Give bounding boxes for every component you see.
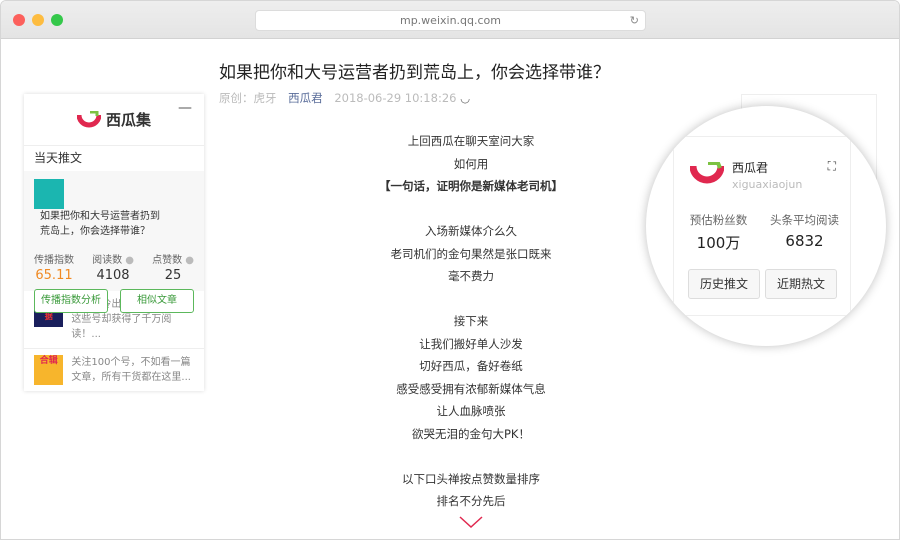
- body-line: 上回西瓜在聊天室问大家: [407, 134, 535, 148]
- title-bar: mp.weixin.qq.com ↻: [1, 1, 899, 39]
- account-avatar: [690, 162, 724, 184]
- body-line: 老司机们的金句果然是张口既来: [390, 246, 552, 261]
- section-title: 当天推文: [34, 151, 83, 165]
- account-id: xiguaxiaojun: [732, 178, 803, 191]
- body-line: 【一句话，证明你是新媒体老司机】: [379, 179, 563, 193]
- body-line: 毫不费力: [448, 269, 494, 283]
- chevron-down-icon[interactable]: [458, 515, 484, 529]
- scan-icon[interactable]: ⛶: [828, 159, 836, 174]
- account-card: 西瓜君 xiguaxiaojun ⛶ 预估粉丝数 100万 头条平均阅读 6832 …: [673, 136, 851, 316]
- body-line: 切好西瓜，备好卷纸: [419, 359, 523, 373]
- article-meta: 原创：虎牙 西瓜君 2018-06-29 10:18:26 ◡: [219, 90, 470, 106]
- item-title: 关注100个号，不如看一篇文章，所有干货都在这里...: [71, 357, 191, 383]
- body-line: 感受感受拥有浓郁新媒体气息: [396, 381, 546, 396]
- browser-window: mp.weixin.qq.com ↻ 如果把你和大号运营者扔到荒岛上，你会选择带谁…: [0, 0, 900, 540]
- stat-likes: 点赞数 ● 25: [152, 255, 194, 283]
- article-thumbnail: [34, 179, 64, 209]
- body-line: 让人血脉喷张: [436, 404, 506, 418]
- article-title: 如果把你和大号运营者扔到荒岛上，你会选择带谁？: [219, 63, 610, 83]
- stat-avg-reads: 头条平均阅读 6832: [770, 213, 839, 250]
- item-thumbnail: 合辑: [34, 355, 64, 385]
- original-label: 原创：虎牙: [219, 91, 277, 105]
- current-article-title[interactable]: 如果把你和大号运营者扔到荒岛上，你会选择带谁？: [40, 209, 165, 239]
- url-text: mp.weixin.qq.com: [399, 14, 501, 27]
- stat-followers: 预估粉丝数 100万: [689, 213, 748, 252]
- body-line: 排名不分先后: [436, 494, 506, 508]
- body-line: 以下口头禅按点赞数量排序: [402, 471, 540, 486]
- author-link[interactable]: 西瓜君: [288, 91, 323, 105]
- body-line: 如何用: [453, 156, 489, 171]
- body-line: 欲哭无泪的金句大PK！: [412, 426, 530, 441]
- body-line: 让我们搬好单人沙发: [419, 336, 523, 351]
- similar-articles-button[interactable]: 相似文章: [120, 289, 194, 313]
- publish-time: 2018-06-29 10:18:26: [334, 91, 457, 105]
- brand-logo: 西瓜集 —: [24, 94, 204, 146]
- current-article-card: 如果把你和大号运营者扔到荒岛上，你会选择带谁？ 传播指数 65.11 阅读数 ● 4…: [24, 171, 204, 313]
- stat-reads: 阅读数 ● 4108: [92, 255, 134, 283]
- spread-analysis-button[interactable]: 传播指数分析: [34, 289, 108, 313]
- zoom-window-button[interactable]: [51, 14, 63, 26]
- minimize-button[interactable]: —: [178, 100, 192, 116]
- smile-icon: ◡: [460, 91, 471, 105]
- article-body: 上回西瓜在聊天室问大家 如何用【一句话，证明你是新媒体老司机】 入场新媒体介么久老司…: [331, 130, 611, 513]
- recent-hot-button[interactable]: 近期热文: [765, 269, 837, 299]
- body-line: 入场新媒体介么久: [425, 224, 517, 238]
- body-line: 接下来: [453, 314, 489, 328]
- magnifier-callout: 西瓜君 xiguaxiaojun ⛶ 预估粉丝数 100万 头条平均阅读 6832 …: [646, 106, 886, 346]
- address-bar[interactable]: mp.weixin.qq.com ↻: [255, 10, 646, 31]
- stat-spread: 传播指数 65.11: [34, 255, 74, 283]
- reload-icon[interactable]: ↻: [630, 11, 639, 30]
- info-icon: ●: [185, 255, 194, 266]
- brand-name: 西瓜集: [105, 111, 151, 129]
- close-window-button[interactable]: [13, 14, 25, 26]
- minimize-window-button[interactable]: [32, 14, 44, 26]
- account-name: 西瓜君: [732, 161, 769, 175]
- history-posts-button[interactable]: 历史推文: [688, 269, 760, 299]
- info-icon: ●: [125, 255, 134, 266]
- left-panel: 西瓜集 — 当天推文 如果把你和大号运营者扔到荒岛上，你会选择带谁？ 传播指数 6…: [24, 94, 204, 391]
- logo-icon: [76, 110, 101, 127]
- list-item[interactable]: 合辑 关注100个号，不如看一篇文章，所有干货都在这里...: [24, 349, 204, 391]
